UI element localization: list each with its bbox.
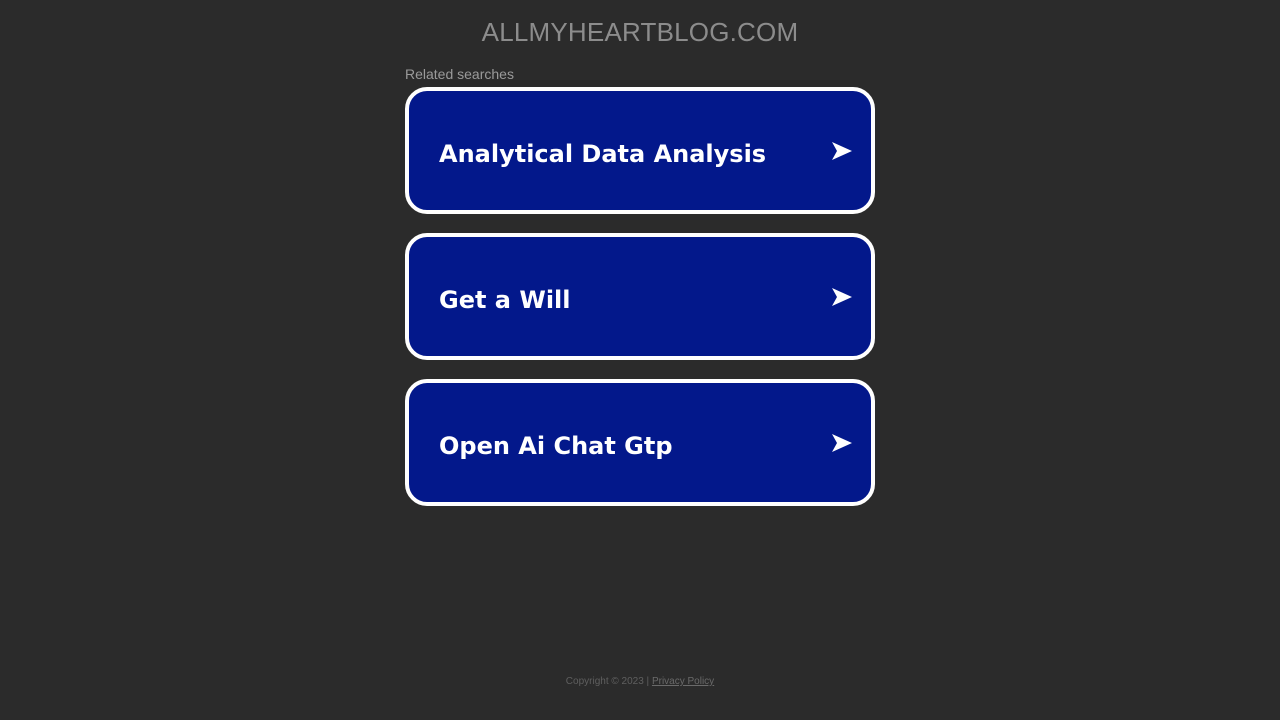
footer: Copyright © 2023 | Privacy Policy: [0, 676, 1280, 688]
related-search-link-open-ai-chat-gtp[interactable]: Open Ai Chat Gtp: [405, 379, 875, 506]
related-search-label: Analytical Data Analysis: [439, 140, 767, 168]
related-search-label: Get a Will: [439, 286, 571, 314]
copyright-text: Copyright © 2023 |: [565, 676, 650, 687]
related-search-link-analytical-data-analysis[interactable]: Analytical Data Analysis: [405, 87, 875, 214]
related-search-label: Open Ai Chat Gtp: [439, 432, 673, 460]
related-searches-list: Analytical Data Analysis Get a Will Open…: [405, 87, 875, 525]
privacy-policy-link[interactable]: Privacy Policy: [652, 676, 714, 687]
arrow-right-icon: [832, 288, 852, 306]
arrow-right-icon: [832, 434, 852, 452]
related-searches-label: Related searches: [405, 66, 514, 82]
related-search-link-get-a-will[interactable]: Get a Will: [405, 233, 875, 360]
domain-title: ALLMYHEARTBLOG.COM: [481, 17, 799, 47]
arrow-right-icon: [832, 142, 852, 160]
parked-domain-page: ALLMYHEARTBLOG.COM Related searches Anal…: [0, 0, 1280, 720]
